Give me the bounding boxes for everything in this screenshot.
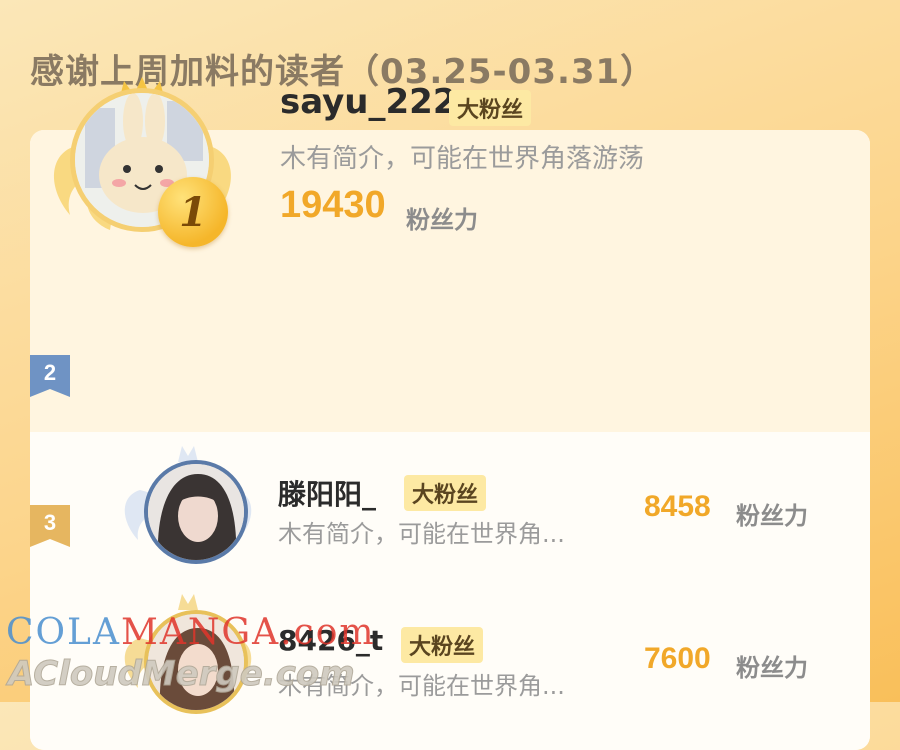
fan-power-label: 粉丝力 bbox=[736, 654, 808, 682]
rank-badge: 3 bbox=[30, 505, 70, 547]
reader-name[interactable]: 滕阳阳_ bbox=[278, 473, 376, 513]
fan-level-badge: 大粉丝 bbox=[404, 475, 487, 511]
fan-power-value: 7600 bbox=[644, 642, 711, 675]
fan-power-label: 粉丝力 bbox=[736, 502, 808, 530]
reader-intro: 木有简介，可能在世界角... bbox=[278, 672, 565, 700]
fan-power-value: 19430 bbox=[280, 184, 386, 226]
fan-level-badge: 大粉丝 bbox=[401, 627, 484, 663]
portrait-avatar-icon bbox=[148, 614, 244, 710]
avatar[interactable] bbox=[144, 610, 248, 714]
rank-badge: 2 bbox=[30, 355, 70, 397]
reader-intro: 木有简介，可能在世界角... bbox=[278, 520, 565, 548]
fan-level-badge: 大粉丝 bbox=[449, 90, 532, 126]
avatar[interactable] bbox=[144, 460, 248, 564]
portrait-avatar-icon bbox=[148, 464, 244, 560]
rank-number: 2 bbox=[43, 360, 57, 385]
fan-power-value: 8458 bbox=[644, 490, 711, 523]
rank-number: 1 bbox=[179, 188, 207, 236]
reader-name[interactable]: 8426_t bbox=[278, 624, 383, 657]
fan-power-label: 粉丝力 bbox=[406, 206, 478, 234]
gold-medal-icon: 1 bbox=[158, 177, 228, 247]
reader-intro: 木有简介，可能在世界角落游荡 bbox=[280, 144, 645, 174]
reader-name[interactable]: sayu_222 bbox=[280, 82, 456, 122]
rank-number: 3 bbox=[43, 510, 57, 535]
